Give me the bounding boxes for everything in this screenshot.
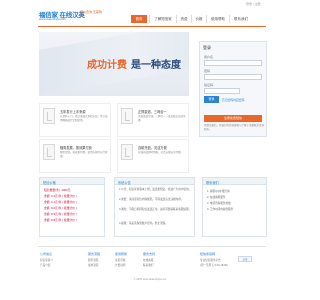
banner-slogan-part1: 成功计费 [87, 60, 127, 71]
notice-item[interactable]: 2.重要：请注意短信内容规范，不得发送违法违规内容。 [119, 198, 193, 202]
logo-url: www.duanxinjia.com [39, 17, 67, 21]
footer-info-title: 短信家官网 [200, 252, 216, 256]
username-label: 用户名 [204, 55, 214, 59]
footer-link[interactable]: 使用流程 [88, 263, 98, 267]
price-row: 短信数量(条): 1000元 [44, 188, 71, 192]
login-title: 登录 [203, 45, 211, 50]
price-row: 金额: 9.0元/条 ( 按量计价 ) [44, 206, 77, 210]
login-note: 免费注册后，有疑问可咨询客服与了解上余额联系查询服务。 [204, 124, 265, 131]
footer-col-title: 使用帮助 [115, 252, 128, 256]
notice-box: 系统公告 1.公告：短信家新版本上线，发送更稳定，欢迎广大用户使用。 2.重要：… [114, 177, 195, 237]
feature-title: 五年发行上手来源 [60, 110, 86, 114]
feature-title: 正规渠道，三网合一 [138, 110, 167, 114]
nav-divider [191, 15, 192, 23]
footer-link[interactable]: 短信家简介 [40, 258, 53, 262]
contact-box: 联系我们 1. 客服QQ在线咨询 2. 在线客服服务 3. 电话咨询服务热线 4… [202, 177, 267, 237]
footer-divider [38, 246, 266, 247]
nav-item-home[interactable]: 首页 [131, 15, 147, 23]
price-row: 金额: 8.8元/条 ( 按量计价 ) [44, 218, 77, 222]
contact-item[interactable]: 1. 客服QQ在线咨询 [207, 189, 229, 193]
number-one-icon [43, 108, 55, 124]
nav-item-price[interactable]: 价格 [194, 15, 204, 23]
contact-item[interactable]: 2. 在线客服服务 [207, 195, 225, 199]
number-three-icon [43, 144, 55, 160]
feature-title: 自助充值，灵活方便 [138, 146, 167, 150]
hero-banner: 成功计费 是一种态度 [39, 32, 189, 96]
price-row: 金额: 8.9元/条 ( 按量计价 ) [44, 212, 77, 216]
feature-card: 自助充值，灵活方便 在线充值即时到账，灵活方便安全可靠。 [117, 139, 189, 173]
register-button[interactable]: 注册免费短信 [204, 115, 262, 122]
footer-col-title: 服务流程 [88, 252, 101, 256]
number-four-icon [121, 144, 133, 160]
contact-header: 联系我们 [203, 178, 266, 185]
top-links[interactable]: 登录 | 注册 [246, 2, 260, 6]
nav-item-contact[interactable]: 联系我们 [232, 15, 250, 23]
login-button[interactable]: 登录 [204, 96, 219, 103]
contact-item[interactable]: 4. 工作时间内提供服务 [207, 207, 233, 211]
banner-slogan: 成功计费 是一种态度 [87, 56, 181, 71]
copyright: © 2015 www.duanxinjia.com [133, 278, 167, 281]
footer-link[interactable]: 常见问题 [115, 258, 125, 262]
feature-desc: 正规渠道专线，三网合一，发送稳定高效可靠。 [138, 115, 186, 122]
logo-slogan: 低价查询 无需购买 [80, 10, 102, 18]
feature-desc: 从资料入门，经过发展计划和方案。可以使用网络进行定制使用。 [60, 115, 108, 122]
feature-desc: 随需定制，按效果付费，使用方便可自行管理。 [60, 151, 108, 158]
forgot-password-link[interactable]: 忘记密码找回密码 [222, 98, 244, 102]
footer-info-line: (周一至周五 9:00-18:00) [200, 264, 228, 267]
number-two-icon [121, 108, 133, 124]
notice-item[interactable]: 4.提醒：请妥善保管账户密码，防止泄露。 [119, 222, 193, 226]
banner-slogan-part2: 是一种态度 [131, 60, 181, 71]
footer-link[interactable]: 产品介绍 [40, 263, 50, 267]
header-divider [38, 26, 266, 27]
feature-card: 正规渠道，三网合一 正规渠道专线，三网合一，发送稳定高效可靠。 [117, 103, 189, 137]
footer-link[interactable]: 计费说明 [115, 263, 125, 267]
feature-card: 随需发展，按效果付费 随需定制，按效果付费，使用方便可自行管理。 [39, 139, 111, 173]
footer-link[interactable]: 联系我们 [143, 263, 153, 267]
captcha-label: 验证码 [204, 83, 214, 87]
feature-desc: 在线充值即时到账，灵活方便安全可靠。 [138, 151, 184, 154]
password-label: 密码 [204, 69, 211, 73]
main-nav: 首页 了解短信家 资费 价格 使用帮助 联系我们 [131, 15, 250, 23]
nav-divider [206, 15, 207, 23]
nav-divider [149, 15, 150, 23]
nav-divider [176, 15, 177, 23]
nav-item-about[interactable]: 了解短信家 [152, 15, 174, 23]
nav-item-fees[interactable]: 资费 [179, 15, 189, 23]
notice-item[interactable]: 1.公告：短信家新版本上线，发送更稳定，欢迎广大用户使用。 [119, 188, 193, 192]
pricing-header: 短信价格 [40, 178, 104, 185]
footer-link[interactable]: 服务流程 [88, 258, 98, 262]
nav-divider [229, 15, 230, 23]
price-row: 金额: 9.1元/条 ( 按量计价 ) [44, 200, 77, 204]
pricing-box: 短信价格 短信数量(条): 1000元 金额: 9.2元/条 ( 按量计价 ) … [39, 177, 105, 237]
notice-header: 系统公告 [115, 178, 194, 185]
contact-title: 联系我们 [206, 180, 219, 185]
feature-card: 五年发行上手来源 从资料入门，经过发展计划和方案。可以使用网络进行定制使用。 [39, 103, 111, 137]
username-input[interactable] [204, 60, 262, 66]
pricing-title: 短信价格 [43, 180, 56, 185]
login-panel: 登录 用户名 密码 验证码 登录 忘记密码找回密码 注册免费短信 免费注册后，有… [199, 41, 267, 137]
certification-badge[interactable]: 认证 [238, 256, 252, 262]
footer-link[interactable]: 在线客服 [143, 258, 153, 262]
feature-title: 随需发展，按效果付费 [60, 146, 92, 150]
contact-item[interactable]: 3. 电话咨询服务热线 [207, 201, 231, 205]
notice-item[interactable]: 3.通知：节假日期间短信发送正常，如有问题请联系客服处理。 [119, 208, 193, 212]
footer-info-line: 专业短信服务平台 [200, 259, 221, 262]
footer-col-title: 公司信息 [40, 252, 53, 256]
footer-col-title: 服务支持 [143, 252, 156, 256]
captcha-input[interactable] [204, 88, 240, 94]
price-row: 金额: 9.2元/条 ( 按量计价 ) [44, 194, 77, 198]
notice-title: 系统公告 [118, 180, 131, 185]
password-input[interactable] [204, 74, 262, 80]
nav-item-help[interactable]: 使用帮助 [209, 15, 227, 23]
